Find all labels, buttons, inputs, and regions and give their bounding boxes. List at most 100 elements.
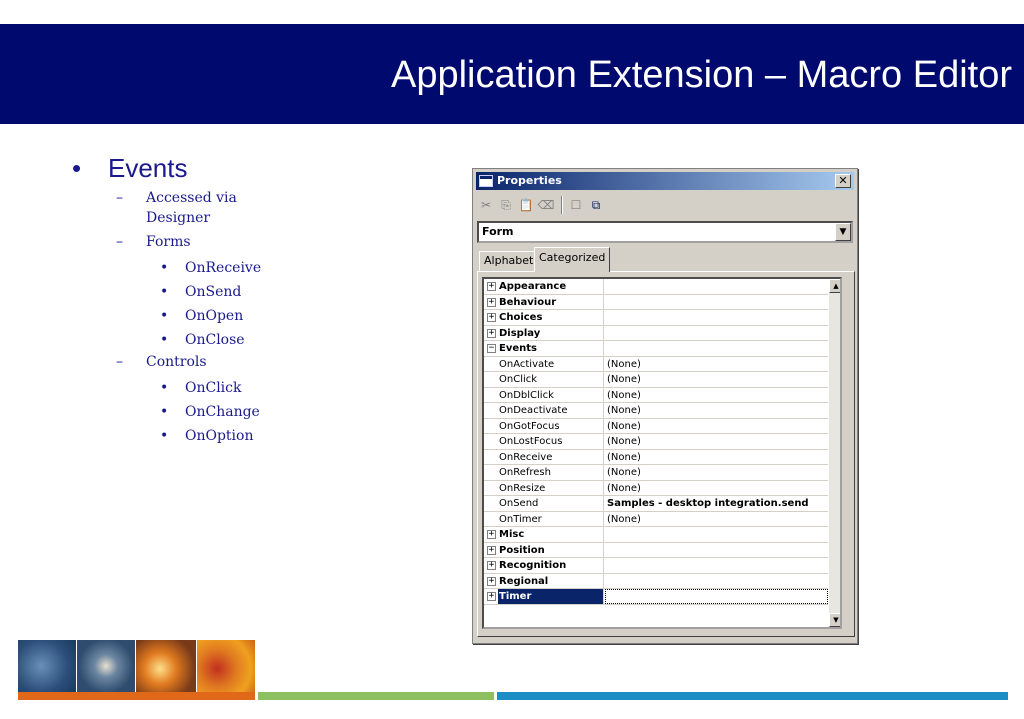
property-value[interactable]: (None) (605, 481, 828, 496)
expand-icon[interactable]: + (487, 297, 496, 307)
property-category-row[interactable]: + Position (484, 542, 828, 558)
property-name: OnDeactivate (498, 403, 604, 418)
property-row[interactable]: OnGotFocus (None) (484, 418, 828, 434)
bullet-marker: • (160, 332, 169, 348)
property-category-row[interactable]: + Choices (484, 310, 828, 326)
outline-subitem: • OnSend (72, 280, 261, 304)
outline-subitem-label: OnOpen (185, 308, 244, 324)
property-category-row[interactable]: − Events (484, 341, 828, 357)
cut-icon[interactable]: ✂ (477, 195, 495, 215)
footer-photo-flame (136, 640, 196, 692)
property-category-row[interactable]: + Misc (484, 527, 828, 543)
outline-subitem: • OnChange (72, 400, 261, 424)
expand-icon[interactable]: + (487, 576, 496, 586)
property-category-row[interactable]: + Display (484, 325, 828, 341)
scroll-down-button[interactable]: ▼ (829, 613, 840, 627)
property-row[interactable]: OnSend Samples - desktop integration.send (484, 496, 828, 512)
properties-title: Properties (497, 174, 562, 187)
chevron-down-icon[interactable]: ▼ (835, 223, 851, 241)
property-category-row[interactable]: + Appearance (484, 279, 828, 295)
property-value (605, 589, 828, 604)
property-category-row[interactable]: + Recognition (484, 558, 828, 574)
events-outline: • Events – Accessed via Designer – Forms… (72, 152, 261, 448)
property-row[interactable]: OnReceive (None) (484, 449, 828, 465)
tab-categorized[interactable]: Categorized (534, 247, 611, 272)
dash-marker: – (116, 354, 123, 370)
property-value (605, 341, 828, 356)
checkbox-icon[interactable]: ☐ (567, 195, 585, 215)
outline-item-label: Accessed via Designer (146, 190, 237, 226)
copy-icon[interactable]: ⎘ (497, 195, 515, 215)
pages-icon[interactable]: ⧉ (587, 195, 605, 215)
expand-icon[interactable]: + (487, 592, 496, 601)
outline-item-forms: – Forms (72, 232, 261, 252)
bullet-marker: • (160, 428, 169, 444)
close-button[interactable]: ✕ (835, 174, 851, 188)
properties-window: Properties ✕ ✂ ⎘ 📋 ⌫ ☐ ⧉ Form ▼ Alphabet… (472, 168, 858, 644)
property-value[interactable]: Samples - desktop integration.send (605, 496, 828, 511)
property-value[interactable]: (None) (605, 388, 828, 403)
outline-subitem-label: OnReceive (185, 260, 262, 276)
footer-bar-orange (18, 692, 255, 700)
outline-item-controls: – Controls (72, 352, 261, 372)
outline-subitem: • OnOption (72, 424, 261, 448)
property-category-row[interactable]: + Behaviour (484, 294, 828, 310)
vertical-scrollbar[interactable]: ▲ ▼ (829, 279, 840, 627)
property-value (605, 295, 828, 310)
footer-bar-green (258, 692, 494, 700)
property-category-row[interactable]: + Timer (484, 589, 828, 605)
property-value[interactable]: (None) (605, 434, 828, 449)
property-value (605, 310, 828, 325)
expand-icon[interactable]: + (487, 328, 496, 338)
property-category-row[interactable]: + Regional (484, 573, 828, 589)
expand-icon[interactable]: + (487, 282, 496, 291)
property-value[interactable]: (None) (605, 372, 828, 387)
property-row[interactable]: OnActivate (None) (484, 356, 828, 372)
property-name: Timer (498, 589, 604, 604)
property-value[interactable]: (None) (605, 465, 828, 480)
property-name: Choices (498, 310, 604, 325)
property-row[interactable]: OnDeactivate (None) (484, 403, 828, 419)
scroll-up-button[interactable]: ▲ (829, 279, 840, 293)
property-name: Behaviour (498, 294, 604, 309)
property-value[interactable]: (None) (605, 357, 828, 372)
expand-icon[interactable]: + (487, 530, 496, 539)
property-value[interactable]: (None) (605, 419, 828, 434)
collapse-icon[interactable]: − (487, 344, 496, 353)
slide-title: Application Extension – Macro Editor (391, 54, 1012, 96)
property-value (605, 574, 828, 589)
property-row[interactable]: OnClick (None) (484, 372, 828, 388)
object-selector[interactable]: Form ▼ (477, 221, 853, 243)
bullet-marker: • (160, 308, 169, 324)
footer-photo-fruit (197, 640, 255, 692)
outline-subitem-label: OnClose (185, 332, 245, 348)
outline-subitem: • OnReceive (72, 256, 261, 280)
property-value (605, 558, 828, 573)
property-grid: + Appearance + Behaviour + Choices + Display − Ev… (482, 277, 842, 629)
property-row[interactable]: OnResize (None) (484, 480, 828, 496)
property-value[interactable]: (None) (605, 512, 828, 527)
bullet-marker: • (160, 404, 169, 420)
property-row[interactable]: OnLostFocus (None) (484, 434, 828, 450)
outline-item-accessed-via: – Accessed via Designer (72, 188, 261, 228)
expand-icon[interactable]: + (487, 545, 496, 555)
paste-icon[interactable]: 📋 (517, 195, 535, 215)
property-name: Events (498, 341, 604, 356)
property-row[interactable]: OnTimer (None) (484, 511, 828, 527)
expand-icon[interactable]: + (487, 313, 496, 322)
property-row[interactable]: OnDblClick (None) (484, 387, 828, 403)
expand-icon[interactable]: + (487, 561, 496, 570)
property-name: Appearance (498, 279, 604, 294)
properties-titlebar[interactable]: Properties ✕ (476, 172, 854, 190)
property-name: OnReceive (498, 449, 604, 464)
property-row[interactable]: OnRefresh (None) (484, 465, 828, 481)
footer-photo-starfish (18, 640, 76, 692)
property-value (605, 527, 828, 542)
property-value[interactable]: (None) (605, 450, 828, 465)
eraser-icon[interactable]: ⌫ (537, 195, 555, 215)
property-value[interactable]: (None) (605, 403, 828, 418)
property-value (605, 326, 828, 341)
bullet-marker: • (160, 260, 169, 276)
property-name: OnClick (498, 372, 604, 387)
outline-subitem-label: OnClick (185, 380, 242, 396)
